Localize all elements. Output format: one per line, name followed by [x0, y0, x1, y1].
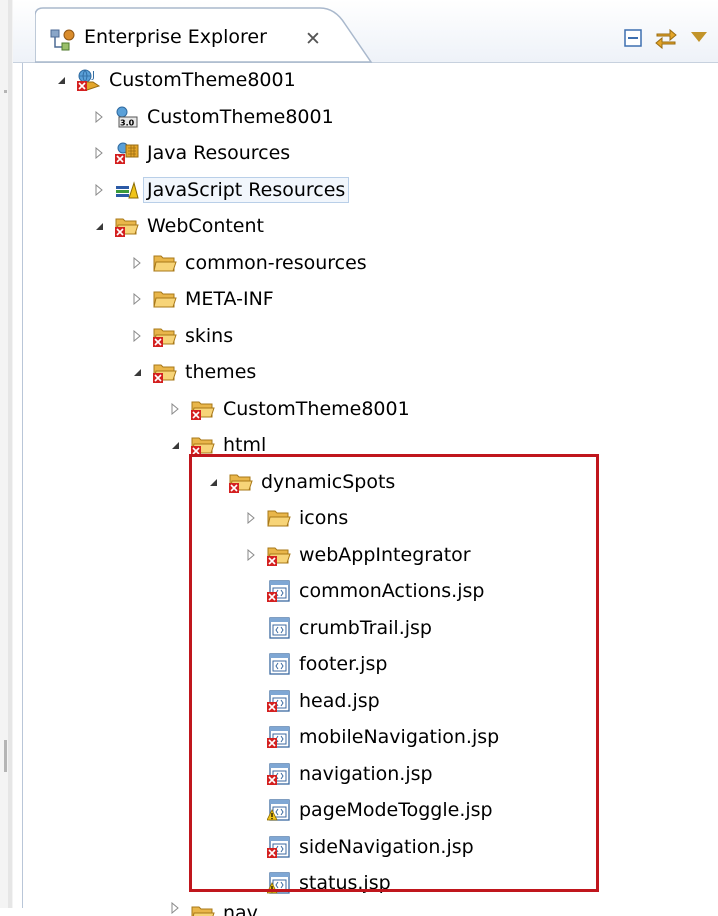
folder-icon [191, 902, 215, 916]
tree-item[interactable]: J CustomTheme8001 [55, 62, 296, 98]
link-with-editor-icon[interactable] [654, 26, 678, 50]
expand-arrow-icon[interactable] [169, 439, 181, 451]
expand-arrow-icon[interactable] [131, 366, 143, 378]
javascript-resources-icon [115, 178, 139, 202]
tree-item-label: CustomTheme8001 [223, 397, 410, 420]
edge-mark [4, 740, 7, 772]
tree-item[interactable]: common-resources [131, 245, 367, 281]
view-title-bar: Enterprise Explorer ✕ [13, 0, 718, 63]
tree-item[interactable]: CustomTheme8001 [169, 391, 410, 427]
panel-border [22, 0, 23, 908]
collapse-arrow-icon[interactable] [131, 329, 143, 342]
tree-item[interactable]: Java Resources [93, 135, 290, 171]
view-menu-icon[interactable] [687, 26, 711, 50]
collapse-arrow-icon[interactable] [169, 402, 181, 415]
tree-item[interactable]: themes [131, 354, 256, 390]
edge-mark [4, 90, 7, 93]
tree-item[interactable]: nav [169, 901, 258, 916]
java-resources-icon [115, 141, 139, 165]
tree-item[interactable]: META-INF [131, 281, 274, 317]
folder-error-icon [153, 324, 177, 348]
tree-item-label: JavaScript Resources [143, 176, 350, 203]
highlight-box [189, 454, 599, 892]
tree-item-label: common-resources [185, 251, 367, 274]
collapse-arrow-icon[interactable] [131, 256, 143, 269]
left-edge-strip [0, 0, 13, 908]
tree-item[interactable]: WebContent [93, 208, 264, 244]
folder-error-icon [191, 397, 215, 421]
folder-icon [153, 251, 177, 275]
view-tab-enterprise-explorer[interactable]: Enterprise Explorer ✕ [35, 6, 373, 63]
tree-item-label: WebContent [147, 215, 264, 237]
tree-item-label: nav [223, 901, 258, 916]
expand-arrow-icon[interactable] [93, 220, 105, 232]
tree-item-label: themes [185, 361, 257, 383]
collapse-arrow-icon[interactable] [93, 183, 105, 196]
tree-item[interactable]: JavaScript Resources [93, 172, 350, 208]
folder-error-icon [153, 360, 177, 384]
tree-item[interactable]: skins [131, 318, 233, 354]
folder-icon [153, 287, 177, 311]
web-project-icon: J [77, 68, 101, 92]
tree-item-label: CustomTheme8001 [147, 105, 334, 128]
svg-text:3.0: 3.0 [120, 118, 135, 127]
collapse-arrow-icon[interactable] [93, 110, 105, 123]
tree-item[interactable]: 3.0 CustomTheme8001 [93, 99, 334, 135]
tree-item-label: CustomTheme8001 [109, 69, 296, 91]
panel-separator[interactable] [8, 0, 12, 908]
tree-item-label: skins [185, 324, 234, 347]
tree-item-label: Java Resources [147, 142, 291, 164]
tree-item-label: html [223, 434, 267, 456]
collapse-arrow-icon[interactable] [93, 147, 105, 159]
enterprise-explorer-icon [50, 27, 76, 53]
folder-error-icon [115, 214, 139, 238]
collapse-arrow-icon[interactable] [131, 293, 143, 305]
collapse-all-icon[interactable] [621, 26, 645, 50]
tree-item-label: META-INF [185, 288, 274, 310]
close-icon[interactable]: ✕ [305, 28, 321, 50]
deployment-descriptor-icon: 3.0 [115, 105, 139, 129]
svg-text:J: J [91, 70, 95, 81]
view-title: Enterprise Explorer [84, 26, 267, 48]
expand-arrow-icon[interactable] [55, 74, 67, 86]
